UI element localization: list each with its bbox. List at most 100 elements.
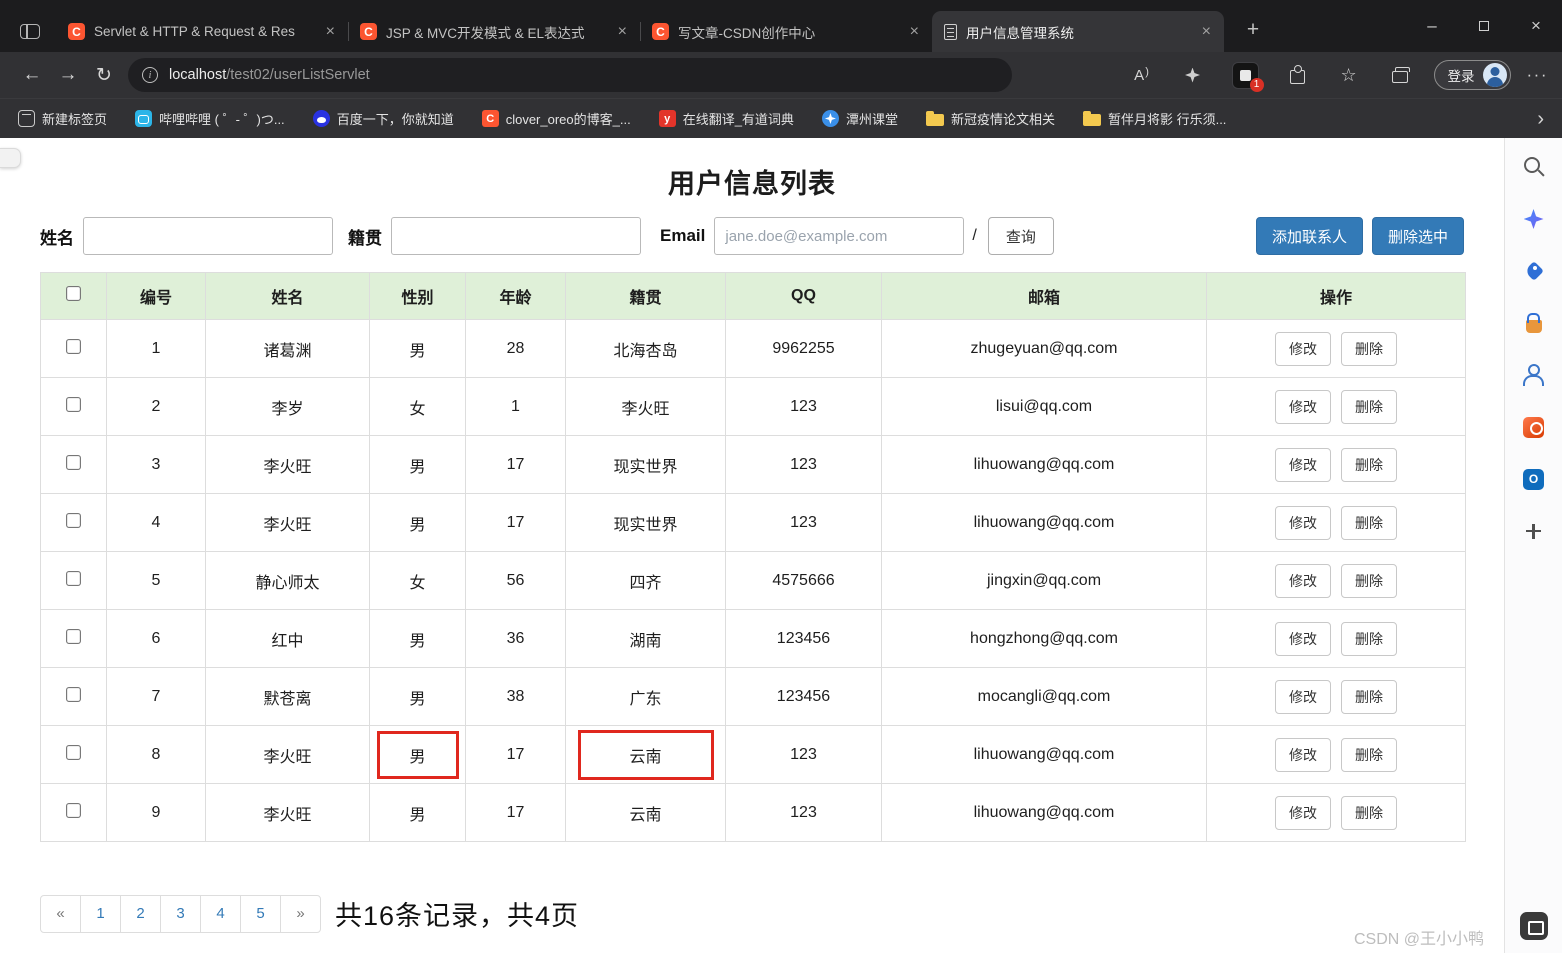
browser-tab[interactable]: 用户信息管理系统 × — [932, 11, 1224, 52]
browser-tab[interactable]: JSP & MVC开发模式 & EL表达式 × — [348, 11, 640, 52]
forward-button[interactable]: → — [50, 64, 86, 86]
edit-button[interactable]: 修改 — [1275, 563, 1331, 598]
site-info-icon[interactable]: i — [142, 67, 158, 83]
browser-window: Servlet & HTTP & Request & Res×JSP & MVC… — [0, 0, 1562, 953]
delete-button[interactable]: 删除 — [1341, 505, 1397, 540]
filter-toolbar: 姓名 籍贯 Email / 查询 添加联系人 删除选中 — [40, 217, 1464, 255]
row-checkbox[interactable] — [66, 454, 81, 470]
add-icon[interactable] — [1522, 519, 1546, 543]
tag-icon[interactable] — [1522, 259, 1546, 283]
edit-button[interactable]: 修改 — [1275, 331, 1331, 366]
row-checkbox[interactable] — [66, 628, 81, 644]
edit-button[interactable]: 修改 — [1275, 737, 1331, 772]
row-origin: 云南 — [565, 725, 726, 784]
delete-button[interactable]: 删除 — [1341, 737, 1397, 772]
settings-more-icon[interactable]: ··· — [1527, 65, 1548, 85]
bookmark-item[interactable]: 哔哩哔哩 ( ゜- ゜)つ... — [135, 109, 285, 128]
browser-tab[interactable]: Servlet & HTTP & Request & Res × — [56, 11, 348, 52]
page-arrow-button[interactable]: » — [280, 894, 321, 933]
edit-button[interactable]: 修改 — [1275, 679, 1331, 714]
user-table: 编号 姓名 性别 年龄 籍贯 QQ 邮箱 操作 1 诸葛渊男 28 北海杏岛 9962255 zhuge… — [40, 272, 1466, 842]
page-title: 用户信息列表 — [668, 169, 836, 199]
bookmark-item[interactable]: clover_oreo的博客_... — [481, 109, 631, 128]
folder-icon — [925, 111, 944, 126]
bookmark-item[interactable]: 新建标签页 — [18, 109, 107, 128]
avatar — [1482, 63, 1507, 87]
row-checkbox[interactable] — [66, 744, 81, 760]
search-icon[interactable] — [1522, 155, 1546, 179]
row-email: mocangli@qq.com — [881, 667, 1207, 726]
delete-button[interactable]: 删除 — [1341, 795, 1397, 830]
bookmark-item[interactable]: 暂伴月将影 行乐须... — [1082, 109, 1226, 128]
tab-title: Servlet & HTTP & Request & Res — [94, 24, 295, 39]
email-filter-input[interactable] — [714, 217, 965, 255]
read-aloud-icon[interactable] — [1130, 63, 1154, 87]
row-age: 28 — [465, 319, 566, 378]
collections-icon[interactable] — [1388, 63, 1412, 87]
delete-button[interactable]: 删除 — [1341, 389, 1397, 424]
edit-button[interactable]: 修改 — [1275, 447, 1331, 482]
browser-tab[interactable]: 写文章-CSDN创作中心 × — [640, 11, 932, 52]
search-button[interactable]: 查询 — [987, 217, 1054, 255]
tab-close-icon[interactable]: × — [905, 23, 924, 41]
row-checkbox[interactable] — [66, 512, 81, 528]
new-tab-button[interactable]: + — [1238, 18, 1268, 42]
tab-close-icon[interactable]: × — [1197, 23, 1216, 41]
copilot-icon[interactable] — [1522, 207, 1546, 231]
bookmarks-overflow-icon[interactable]: › — [1537, 109, 1544, 129]
origin-filter-input[interactable] — [391, 217, 641, 255]
shopping-sparkle-icon[interactable] — [1181, 63, 1205, 87]
office-icon[interactable] — [1522, 415, 1546, 439]
shopping-icon[interactable] — [1522, 311, 1546, 335]
favorites-icon[interactable] — [1337, 63, 1361, 87]
bookmark-item[interactable]: 潭州课堂 — [821, 109, 898, 128]
edit-button[interactable]: 修改 — [1275, 505, 1331, 540]
bookmark-item[interactable]: 百度一下，你就知道 — [312, 109, 454, 128]
login-button[interactable]: 登录 — [1433, 60, 1511, 90]
select-all-checkbox[interactable] — [66, 286, 81, 301]
drop-icon[interactable] — [1519, 911, 1549, 941]
close-button[interactable]: × — [1510, 0, 1562, 52]
edit-button[interactable]: 修改 — [1275, 621, 1331, 656]
page-number-button[interactable]: 3 — [160, 894, 201, 933]
delete-button[interactable]: 删除 — [1341, 563, 1397, 598]
page-arrow-button[interactable]: « — [40, 894, 81, 933]
edit-button[interactable]: 修改 — [1275, 795, 1331, 830]
extensions-icon[interactable] — [1286, 63, 1310, 87]
maximize-button[interactable] — [1458, 0, 1510, 52]
name-filter-input[interactable] — [83, 217, 333, 255]
table-row: 9 李火旺男 17 云南 123 lihuowang@qq.com 修改 删除 — [40, 783, 1466, 842]
tab-close-icon[interactable]: × — [613, 23, 632, 41]
page-number-button[interactable]: 4 — [200, 894, 241, 933]
bookmark-item[interactable]: 在线翻译_有道词典 — [658, 109, 794, 128]
profile-icon[interactable] — [1522, 363, 1546, 387]
outlook-icon[interactable] — [1522, 467, 1546, 491]
row-checkbox[interactable] — [66, 686, 81, 702]
page-number-button[interactable]: 2 — [120, 894, 161, 933]
delete-button[interactable]: 删除 — [1341, 331, 1397, 366]
tab-close-icon[interactable]: × — [321, 23, 340, 41]
delete-selected-button[interactable]: 删除选中 — [1371, 217, 1464, 255]
delete-button[interactable]: 删除 — [1341, 679, 1397, 714]
back-button[interactable]: ← — [14, 64, 50, 86]
extension-notification-icon[interactable]: 1 — [1231, 61, 1264, 92]
minimize-button[interactable]: – — [1406, 0, 1458, 52]
row-checkbox[interactable] — [66, 338, 81, 354]
row-checkbox[interactable] — [66, 396, 81, 412]
address-bar[interactable]: i localhost/test02/userListServlet — [128, 58, 1012, 92]
row-actions: 修改 删除 — [1206, 319, 1466, 378]
add-contact-button[interactable]: 添加联系人 — [1255, 217, 1363, 255]
row-checkbox[interactable] — [66, 570, 81, 586]
row-checkbox[interactable] — [66, 802, 81, 818]
page-number-button[interactable]: 5 — [240, 894, 281, 933]
refresh-button[interactable]: ↻ — [86, 64, 122, 87]
bookmark-label: 哔哩哔哩 ( ゜- ゜)つ... — [159, 112, 285, 127]
bookmark-item[interactable]: 新冠疫情论文相关 — [925, 109, 1055, 128]
page-number-button[interactable]: 1 — [80, 894, 121, 933]
delete-button[interactable]: 删除 — [1341, 447, 1397, 482]
bilibili-icon — [135, 110, 153, 127]
delete-button[interactable]: 删除 — [1341, 621, 1397, 656]
row-gender: 男 — [369, 783, 466, 842]
workspaces-icon[interactable] — [20, 24, 40, 39]
edit-button[interactable]: 修改 — [1275, 389, 1331, 424]
